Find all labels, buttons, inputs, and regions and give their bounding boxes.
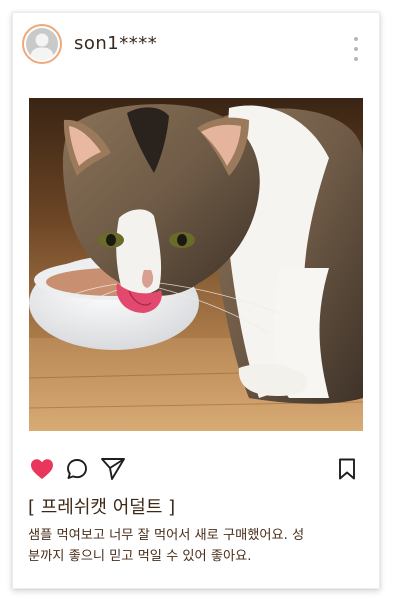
bookmark-icon[interactable] [338, 458, 356, 480]
post-header: son1**** [13, 13, 379, 77]
post-photo [29, 98, 363, 431]
description-line: 분까지 좋으니 믿고 먹일 수 있어 좋아요. [28, 549, 252, 564]
post-actions [13, 453, 379, 485]
post-card: son1**** [프레쉬캣 어덜트] 샘플 먹여보고 너무 잘 먹어서 새… [12, 12, 380, 589]
heart-icon[interactable] [30, 458, 54, 480]
username[interactable]: son1**** [74, 33, 157, 54]
default-user-icon [26, 28, 58, 60]
avatar[interactable] [22, 24, 62, 64]
comment-icon[interactable] [66, 458, 88, 480]
product-title: [ 프레쉬캣 어덜트 ] [28, 497, 176, 518]
description-line: 샘플 먹여보고 너무 잘 먹어서 새로 구매했어요. 성 [28, 528, 305, 543]
send-icon[interactable] [100, 457, 126, 481]
cat-eating-image [29, 98, 363, 431]
more-options-icon[interactable] [350, 37, 362, 61]
post-description: 샘플 먹여보고 너무 잘 먹어서 새로 구매했어요. 성 분까지 좋으니 믿고 … [28, 525, 368, 567]
